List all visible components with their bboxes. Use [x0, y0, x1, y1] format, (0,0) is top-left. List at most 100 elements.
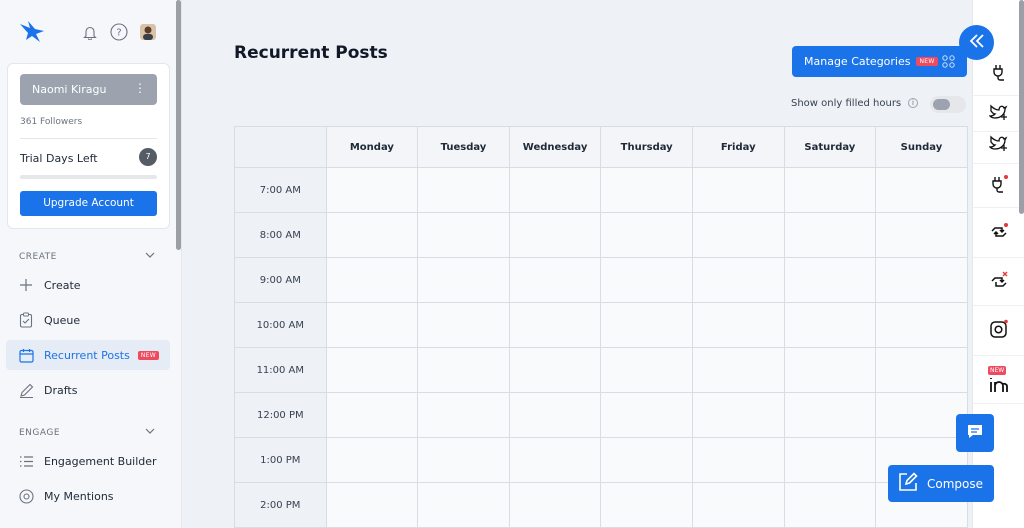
time-slot-cell[interactable]: [875, 167, 968, 213]
time-slot-cell[interactable]: [600, 392, 693, 438]
time-slot-cell[interactable]: [417, 302, 510, 348]
twitter-add-icon: [988, 103, 1009, 125]
time-slot-cell[interactable]: [325, 212, 419, 258]
time-slot-cell[interactable]: [783, 347, 877, 393]
time-slot-cell[interactable]: [875, 302, 968, 348]
retweet-error-item[interactable]: [973, 258, 1024, 306]
sidebar-scrollbar[interactable]: [176, 0, 181, 250]
compose-button[interactable]: Compose: [888, 465, 994, 502]
time-slot-cell[interactable]: [600, 302, 693, 348]
time-slot-cell[interactable]: [325, 167, 419, 213]
time-slot-cell[interactable]: [875, 257, 968, 303]
manage-categories-button[interactable]: Manage Categories NEW: [792, 46, 967, 77]
time-slot-cell[interactable]: [417, 167, 510, 213]
time-slot-cell[interactable]: [600, 347, 693, 393]
nav-recurrent-posts[interactable]: Recurrent Posts NEW: [6, 340, 170, 370]
time-slot-cell[interactable]: [508, 167, 602, 213]
trial-label: Trial Days Left: [20, 152, 98, 165]
time-slot-cell[interactable]: [875, 212, 968, 258]
time-label: 9:00 AM: [234, 257, 327, 303]
time-slot-cell[interactable]: [508, 347, 602, 393]
nav-create[interactable]: Create: [6, 270, 170, 300]
bell-icon[interactable]: [80, 22, 100, 42]
time-slot-cell[interactable]: [417, 482, 510, 528]
time-slot-cell[interactable]: [600, 212, 693, 258]
time-slot-cell[interactable]: [875, 347, 968, 393]
chat-bubble-icon: [966, 423, 984, 444]
linkedin-account-item[interactable]: NEW: [973, 356, 1024, 404]
plus-icon: [18, 277, 34, 293]
time-slot-cell[interactable]: [691, 212, 785, 258]
time-slot-cell[interactable]: [691, 392, 785, 438]
time-slot-cell[interactable]: [600, 257, 693, 303]
time-slot-cell[interactable]: [417, 437, 510, 483]
chevron-down-icon[interactable]: [145, 250, 155, 263]
time-slot-cell[interactable]: [783, 167, 877, 213]
time-row: 12:00 PM: [234, 392, 968, 438]
time-slot-cell[interactable]: [325, 257, 419, 303]
time-row: 9:00 AM: [234, 257, 968, 303]
time-slot-cell[interactable]: [325, 302, 419, 348]
time-slot-cell[interactable]: [783, 302, 877, 348]
time-slot-cell[interactable]: [600, 167, 693, 213]
chat-button[interactable]: [956, 414, 994, 452]
info-icon[interactable]: i: [908, 98, 918, 108]
time-slot-cell[interactable]: [691, 437, 785, 483]
add-twitter-account-item-2[interactable]: [973, 126, 1024, 164]
accounts-bar-scrollbar[interactable]: [1019, 0, 1024, 214]
time-slot-cell[interactable]: [325, 482, 419, 528]
time-slot-cell[interactable]: [691, 167, 785, 213]
time-slot-cell[interactable]: [508, 437, 602, 483]
compose-edit-icon: [898, 472, 918, 495]
help-icon[interactable]: ?: [109, 22, 129, 42]
time-slot-cell[interactable]: [783, 482, 877, 528]
time-row: 11:00 AM: [234, 347, 968, 393]
plug-disconnected-item[interactable]: [973, 164, 1024, 208]
app-logo[interactable]: [18, 20, 46, 44]
nav-engagement-builder[interactable]: Engagement Builder: [6, 446, 170, 476]
section-create-heading: CREATE: [19, 252, 57, 262]
time-label: 10:00 AM: [234, 302, 327, 348]
time-slot-cell[interactable]: [783, 257, 877, 303]
time-slot-cell[interactable]: [783, 392, 877, 438]
time-slot-cell[interactable]: [691, 257, 785, 303]
time-slot-cell[interactable]: [508, 302, 602, 348]
time-slot-cell[interactable]: [417, 392, 510, 438]
instagram-account-item[interactable]: [973, 306, 1024, 356]
nav-queue[interactable]: Queue: [6, 305, 170, 335]
nav-my-mentions[interactable]: My Mentions: [6, 481, 170, 511]
time-slot-cell[interactable]: [508, 212, 602, 258]
compose-label: Compose: [927, 476, 984, 491]
time-slot-cell[interactable]: [691, 302, 785, 348]
time-slot-cell[interactable]: [325, 437, 419, 483]
time-slot-cell[interactable]: [508, 392, 602, 438]
time-slot-cell[interactable]: [325, 347, 419, 393]
time-slot-cell[interactable]: [691, 347, 785, 393]
avatar[interactable]: [138, 22, 158, 42]
time-slot-cell[interactable]: [417, 257, 510, 303]
filled-hours-toggle[interactable]: [930, 96, 966, 113]
time-slot-cell[interactable]: [417, 212, 510, 258]
time-slot-cell[interactable]: [875, 392, 968, 438]
retweet-account-item[interactable]: [973, 210, 1024, 258]
upgrade-account-button[interactable]: Upgrade Account: [20, 191, 157, 216]
time-slot-cell[interactable]: [417, 347, 510, 393]
time-slot-cell[interactable]: [691, 482, 785, 528]
time-slot-cell[interactable]: [600, 437, 693, 483]
new-badge: NEW: [916, 57, 938, 66]
nav-recurrent-label: Recurrent Posts: [44, 348, 130, 362]
nav-drafts[interactable]: Drafts: [6, 375, 170, 405]
more-vertical-icon[interactable]: ⋮: [134, 81, 146, 95]
instagram-icon: [989, 319, 1009, 343]
chevron-down-icon[interactable]: [145, 426, 155, 439]
time-slot-cell[interactable]: [783, 437, 877, 483]
time-slot-cell[interactable]: [783, 212, 877, 258]
time-slot-cell[interactable]: [508, 257, 602, 303]
collapse-panel-button[interactable]: [959, 25, 994, 60]
time-slot-cell[interactable]: [325, 392, 419, 438]
time-slot-cell[interactable]: [600, 482, 693, 528]
day-header-sunday: Sunday: [875, 126, 968, 168]
account-switcher-button[interactable]: Naomi Kiragu ⋮: [20, 74, 157, 105]
time-slot-cell[interactable]: [508, 482, 602, 528]
time-label: 7:00 AM: [234, 167, 327, 213]
